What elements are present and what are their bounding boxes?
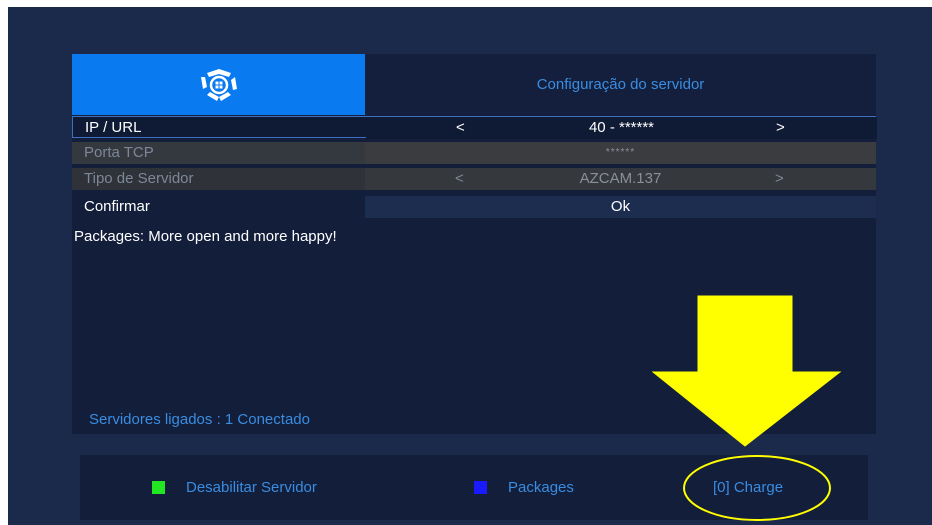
confirm-ok-label: Ok <box>610 198 631 215</box>
ip-url-selector[interactable]: < 40 - ****** > <box>366 117 877 139</box>
green-key-icon <box>152 481 165 494</box>
ip-url-label: IP / URL <box>85 119 142 136</box>
porta-tcp-label: Porta TCP <box>84 144 154 161</box>
confirmar-label: Confirmar <box>84 198 150 215</box>
blue-key-icon <box>474 481 487 494</box>
packages-message: Packages: More open and more happy! <box>74 228 337 245</box>
disable-server-label: Desabilitar Servidor <box>186 479 317 496</box>
footer-bar: Desabilitar Servidor Packages [0] Charge <box>80 455 868 520</box>
packages-label: Packages <box>508 479 574 496</box>
packages-button[interactable]: Packages <box>474 455 574 520</box>
charge-button[interactable]: [0] Charge <box>713 455 783 520</box>
setting-row-ip-url[interactable]: IP / URL < 40 - ****** > <box>72 116 877 139</box>
ip-url-next-arrow[interactable]: > <box>776 117 785 139</box>
porta-tcp-value: ****** <box>605 147 636 158</box>
brand-logo-icon <box>200 68 237 101</box>
confirm-ok-button[interactable]: Ok <box>365 196 876 218</box>
ip-url-value: 40 - ****** <box>588 119 655 136</box>
setting-row-confirmar[interactable]: Confirmar Ok <box>72 196 876 218</box>
page-title: Configuração do servidor <box>365 54 876 115</box>
tipo-servidor-label: Tipo de Servidor <box>84 170 194 187</box>
charge-label: [0] Charge <box>713 479 784 496</box>
setting-row-porta-tcp: Porta TCP ****** <box>72 142 876 164</box>
porta-tcp-field: ****** <box>365 142 876 164</box>
setting-row-tipo-servidor: Tipo de Servidor < AZCAM.137 > <box>72 168 876 190</box>
tipo-servidor-selector: < AZCAM.137 > <box>365 168 876 190</box>
disable-server-button[interactable]: Desabilitar Servidor <box>152 455 317 520</box>
connection-status: Servidores ligados : 1 Conectado <box>89 411 310 428</box>
tipo-servidor-value: AZCAM.137 <box>579 170 662 187</box>
header-logo <box>72 54 365 115</box>
tipo-servidor-next-arrow: > <box>775 170 784 187</box>
